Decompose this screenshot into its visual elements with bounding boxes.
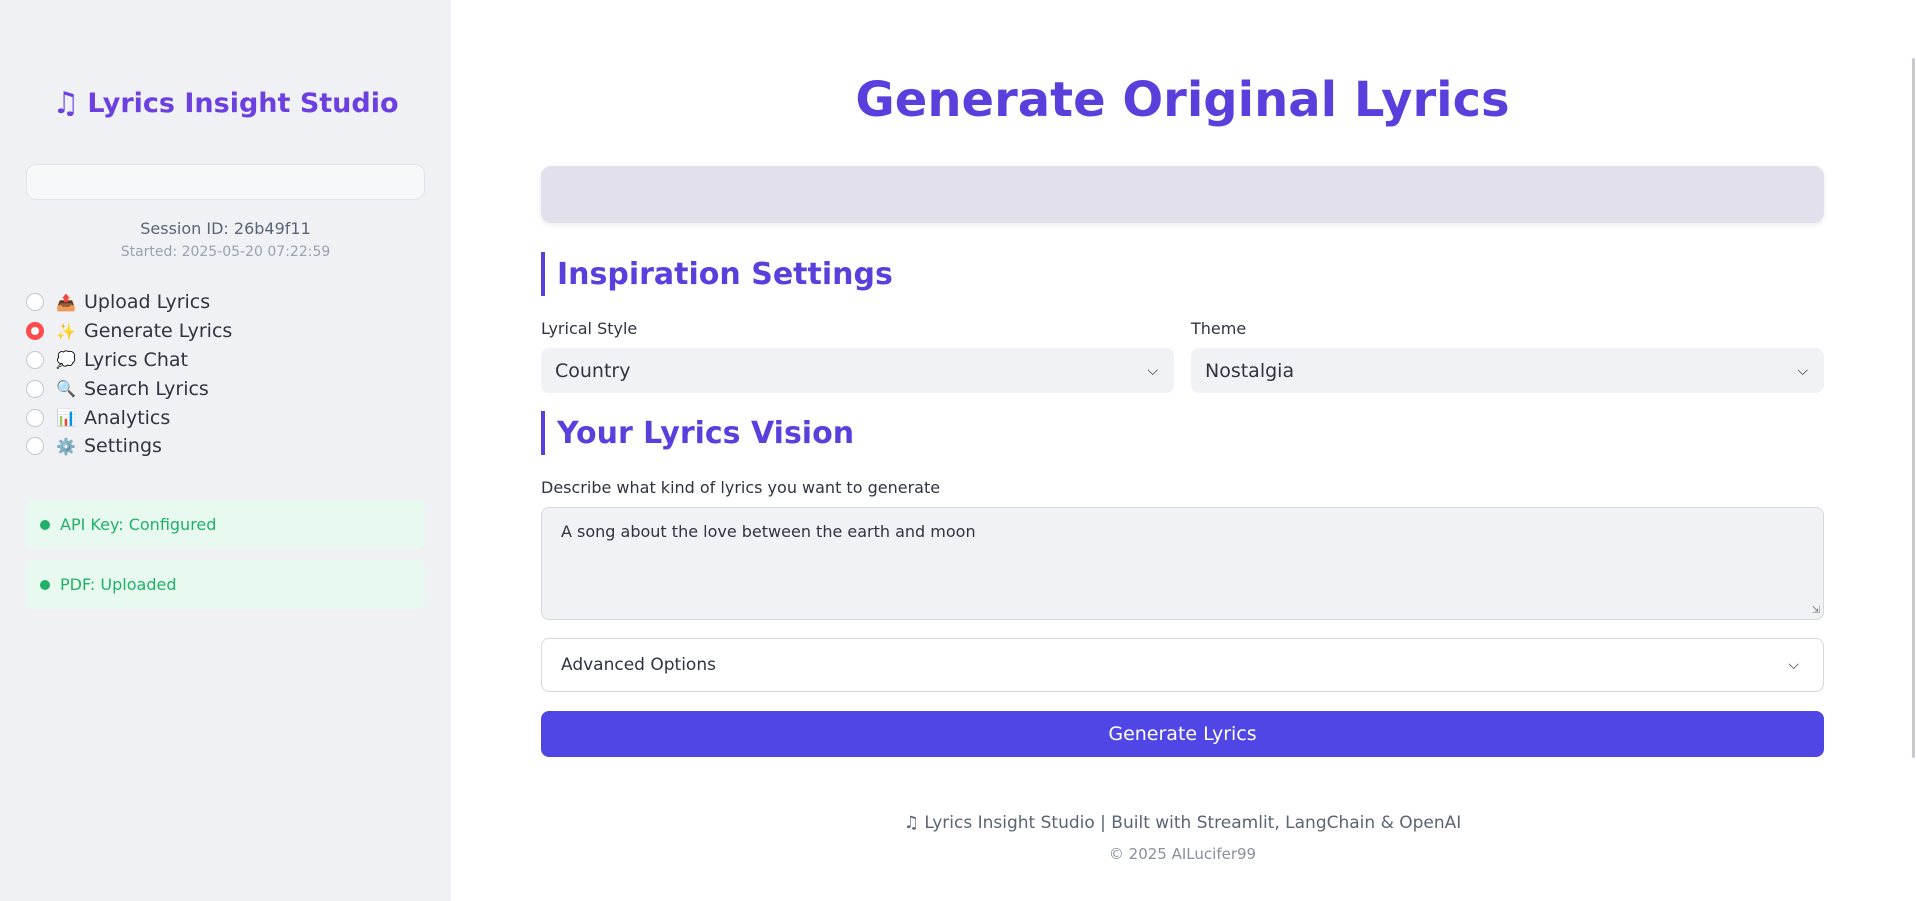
nav-label: Generate Lyrics (84, 320, 233, 343)
generate-lyrics-button[interactable]: Generate Lyrics (541, 711, 1824, 757)
footer-copyright: © 2025 AILucifer99 (1108, 845, 1257, 863)
theme-label: Theme (1191, 319, 1247, 338)
session-bar (26, 164, 425, 200)
pdf-status: PDF: Uploaded (26, 560, 425, 609)
app-brand-title: Lyrics Insight Studio (87, 88, 399, 119)
nav-item-search-lyrics[interactable]: 🔍 Search Lyrics (26, 374, 406, 403)
radio-upload-lyrics[interactable] (26, 293, 44, 312)
thought-bubble-icon: 💭 (56, 350, 76, 370)
advanced-options-label: Advanced Options (561, 655, 716, 675)
radio-search-lyrics[interactable] (26, 379, 44, 398)
lyrical-style-label: Lyrical Style (541, 319, 638, 338)
music-note-icon: ♫ (52, 86, 80, 121)
nav-label: Search Lyrics (84, 377, 209, 400)
bar-chart-icon: 📊 (56, 408, 76, 428)
status-dot-icon (40, 519, 50, 530)
nav-label: Settings (84, 435, 162, 458)
lyrical-style-value: Country (555, 359, 631, 382)
chevron-down-icon: ⌵ (1788, 657, 1799, 673)
nav-item-generate-lyrics[interactable]: ✨ Generate Lyrics (26, 317, 406, 346)
resize-handle-icon[interactable]: ⇲ (1812, 605, 1820, 616)
chevron-down-icon: ⌵ (1797, 362, 1808, 379)
vision-label: Describe what kind of lyrics you want to… (541, 478, 941, 497)
outbox-icon: 📤 (56, 292, 76, 312)
sparkles-icon: ✨ (56, 321, 76, 341)
sidebar-nav: 📤 Upload Lyrics ✨ Generate Lyrics 💭 Lyri… (26, 288, 406, 461)
inspiration-settings-heading: Inspiration Settings (541, 252, 893, 296)
magnifier-icon: 🔍 (56, 379, 76, 399)
radio-settings[interactable] (26, 437, 44, 456)
lyrical-style-select[interactable]: Country ⌵ (541, 348, 1174, 393)
lyrics-vision-heading: Your Lyrics Vision (541, 411, 854, 455)
api-key-status-text: API Key: Configured (60, 515, 217, 534)
page-title: Generate Original Lyrics (855, 72, 1510, 128)
gear-icon: ⚙️ (56, 436, 76, 456)
status-dot-icon (40, 579, 50, 590)
api-key-status: API Key: Configured (26, 500, 425, 549)
nav-item-lyrics-chat[interactable]: 💭 Lyrics Chat (26, 346, 406, 375)
vision-textarea[interactable]: A song about the love between the earth … (541, 507, 1824, 620)
session-id: Session ID: 26b49f11 (140, 219, 311, 238)
pdf-status-text: PDF: Uploaded (60, 575, 177, 594)
nav-label: Lyrics Chat (84, 348, 188, 371)
chevron-down-icon: ⌵ (1147, 362, 1158, 379)
theme-select[interactable]: Nostalgia ⌵ (1191, 348, 1824, 393)
info-banner (541, 166, 1824, 223)
radio-analytics[interactable] (26, 408, 44, 427)
vision-text: A song about the love between the earth … (561, 522, 976, 541)
sidebar: ♫ Lyrics Insight Studio Session ID: 26b4… (0, 0, 451, 901)
nav-label: Analytics (84, 406, 171, 429)
advanced-options-expander[interactable]: Advanced Options ⌵ (541, 638, 1824, 692)
theme-value: Nostalgia (1205, 359, 1295, 382)
radio-lyrics-chat[interactable] (26, 350, 44, 369)
nav-item-analytics[interactable]: 📊 Analytics (26, 403, 406, 432)
app-brand: ♫ Lyrics Insight Studio (0, 86, 451, 121)
radio-generate-lyrics[interactable] (26, 322, 44, 341)
scrollbar-thumb[interactable] (1912, 58, 1915, 758)
nav-item-upload-lyrics[interactable]: 📤 Upload Lyrics (26, 288, 406, 317)
nav-label: Upload Lyrics (84, 291, 211, 314)
footer-credits: ♫ Lyrics Insight Studio | Built with Str… (903, 813, 1462, 833)
scrollbar[interactable] (1911, 0, 1916, 901)
nav-item-settings[interactable]: ⚙️ Settings (26, 432, 406, 461)
session-started: Started: 2025-05-20 07:22:59 (120, 244, 331, 260)
